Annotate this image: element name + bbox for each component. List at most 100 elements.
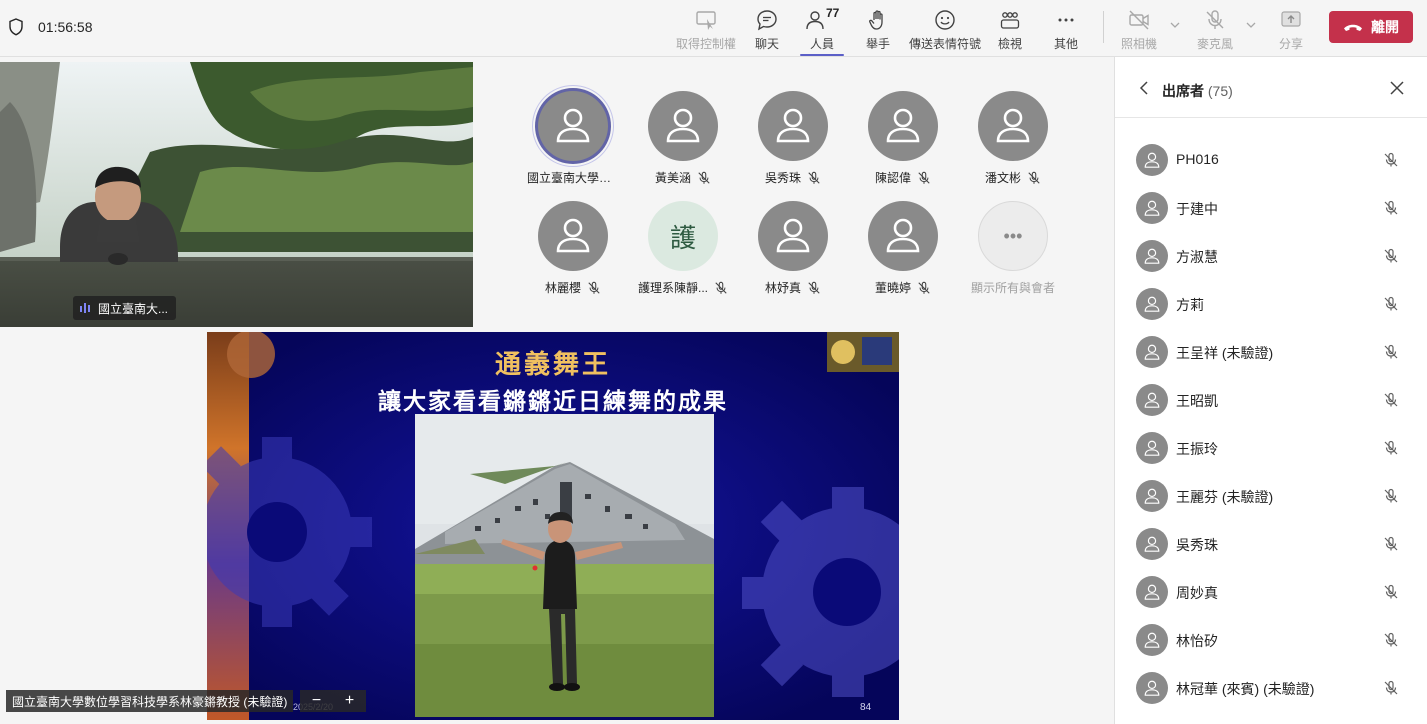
mic-button[interactable]: 麥克風 — [1196, 6, 1234, 52]
person-icon — [1144, 680, 1160, 696]
show-all-participants-tile[interactable]: ••• 顯示所有與會者 — [958, 201, 1068, 311]
mic-off-icon — [1384, 152, 1398, 167]
attendee-row[interactable]: 王昭凱 — [1115, 376, 1427, 424]
participant-tile[interactable]: 潘文彬 — [958, 91, 1068, 201]
attendee-name: 王昭凱 — [1176, 393, 1218, 409]
mic-off-icon — [918, 171, 930, 184]
mic-off-icon — [1384, 392, 1398, 407]
attendee-row[interactable]: 周妙真 — [1115, 568, 1427, 616]
attendee-name: 方淑慧 — [1176, 249, 1218, 265]
attendee-row[interactable]: 吳秀珠 — [1115, 520, 1427, 568]
participant-tile[interactable]: 林妤真 — [738, 201, 848, 311]
attendee-name: PH016 — [1176, 151, 1219, 167]
attendee-avatar — [1136, 672, 1168, 704]
person-icon — [1144, 536, 1160, 552]
take-control-button[interactable]: 取得控制權 — [675, 6, 737, 52]
mic-off-icon — [698, 171, 710, 184]
panel-title: 出席者 (75) — [1162, 81, 1233, 101]
view-button[interactable]: 檢視 — [994, 6, 1026, 52]
participant-name: 林妤真 — [764, 281, 801, 295]
participant-tile[interactable]: 吳秀珠 — [738, 91, 848, 201]
participant-avatar — [868, 91, 938, 161]
attendee-row[interactable]: 于建中 — [1115, 184, 1427, 232]
mic-options-chevron-icon[interactable] — [1246, 20, 1256, 30]
hand-icon — [869, 10, 883, 30]
attendee-row[interactable]: 方莉 — [1115, 280, 1427, 328]
mic-off-icon — [1384, 584, 1398, 599]
attendee-name: 林怡矽 — [1176, 633, 1218, 649]
participant-name: 吳秀珠 — [764, 171, 801, 185]
mic-off-icon — [1028, 171, 1040, 184]
person-icon — [1144, 632, 1160, 648]
participant-avatar — [758, 201, 828, 271]
slide-title: 通義舞王 — [494, 350, 611, 380]
smiley-icon — [935, 10, 955, 30]
person-icon — [1144, 440, 1160, 456]
toolbar-divider — [1103, 11, 1104, 43]
participant-avatar — [868, 201, 938, 271]
presenter-name-badge: 國立臺南大... — [73, 296, 177, 320]
zoom-in-icon[interactable]: + — [345, 692, 354, 710]
participant-tile[interactable]: 黃美涵 — [628, 91, 738, 201]
attendee-row[interactable]: 王呈祥 (未驗證) — [1115, 328, 1427, 376]
presenter-video-tile[interactable]: 國立臺南大... — [0, 62, 473, 327]
camera-button[interactable]: 照相機 — [1120, 6, 1158, 52]
participant-tile[interactable]: 董曉婷 — [848, 201, 958, 311]
participant-tile[interactable]: 國立臺南大學數... — [518, 91, 628, 201]
attendee-row[interactable]: 方淑慧 — [1115, 232, 1427, 280]
attendee-count: (75) — [1207, 83, 1233, 99]
chat-button[interactable]: 聊天 — [748, 6, 786, 52]
person-icon — [1144, 200, 1160, 216]
share-button[interactable]: 分享 — [1275, 6, 1307, 52]
attendee-avatar — [1136, 288, 1168, 320]
participant-avatar — [758, 91, 828, 161]
attendee-avatar — [1136, 240, 1168, 272]
leave-button[interactable]: 離開 — [1329, 11, 1413, 43]
reactions-label: 傳送表情符號 — [908, 37, 981, 51]
shared-screen[interactable]: 通義舞王 讓大家看看鏘鏘近日練舞的成果 84 — [207, 332, 899, 720]
attendee-row[interactable]: 王振玲 — [1115, 424, 1427, 472]
mic-off-icon — [715, 281, 727, 294]
dancer-photo-image — [415, 414, 714, 717]
mic-off-icon — [1384, 344, 1398, 359]
camera-options-chevron-icon[interactable] — [1170, 20, 1180, 30]
shield-icon — [9, 18, 23, 36]
participant-name: 董曉婷 — [874, 281, 911, 295]
mic-off-icon — [1384, 248, 1398, 263]
participant-name: 潘文彬 — [984, 171, 1021, 185]
person-icon — [886, 108, 920, 143]
attendee-avatar — [1136, 144, 1168, 176]
participant-tile[interactable]: 護護理系陳靜... — [628, 201, 738, 311]
participant-name: 顯示所有與會者 — [970, 281, 1055, 295]
back-arrow-icon[interactable] — [1139, 81, 1151, 95]
people-icon — [806, 11, 824, 30]
mic-off-icon — [1384, 536, 1398, 551]
more-dots-icon — [1058, 18, 1074, 22]
attendee-row[interactable]: 林冠華 (來賓) (未驗證) — [1115, 664, 1427, 712]
zoom-out-icon[interactable]: − — [312, 692, 321, 710]
more-button[interactable]: 其他 — [1050, 6, 1082, 52]
mic-off-icon — [1384, 296, 1398, 311]
person-icon — [1144, 296, 1160, 312]
zoom-controls: − + — [300, 690, 366, 712]
attendee-row[interactable]: 林怡矽 — [1115, 616, 1427, 664]
attendee-name: 于建中 — [1176, 201, 1218, 217]
person-icon — [556, 108, 590, 143]
audio-level-icon — [80, 303, 90, 313]
participant-tile[interactable]: 陳認偉 — [848, 91, 958, 201]
attendee-name: 吳秀珠 — [1176, 537, 1218, 553]
participant-name: 護理系陳靜... — [637, 281, 708, 295]
person-icon — [886, 218, 920, 253]
mic-off-icon — [1384, 488, 1398, 503]
person-icon — [1144, 248, 1160, 264]
camera-off-icon — [1129, 10, 1149, 30]
mic-off-icon — [808, 281, 820, 294]
attendee-row[interactable]: PH016 — [1115, 136, 1427, 184]
close-icon[interactable] — [1390, 81, 1404, 95]
attendee-row[interactable]: 王麗芬 (未驗證) — [1115, 472, 1427, 520]
participant-tile[interactable]: 林麗櫻 — [518, 201, 628, 311]
participant-avatar — [648, 91, 718, 161]
person-icon — [1144, 584, 1160, 600]
raise-hand-button[interactable]: 舉手 — [862, 6, 894, 52]
reactions-button[interactable]: 傳送表情符號 — [908, 6, 982, 52]
